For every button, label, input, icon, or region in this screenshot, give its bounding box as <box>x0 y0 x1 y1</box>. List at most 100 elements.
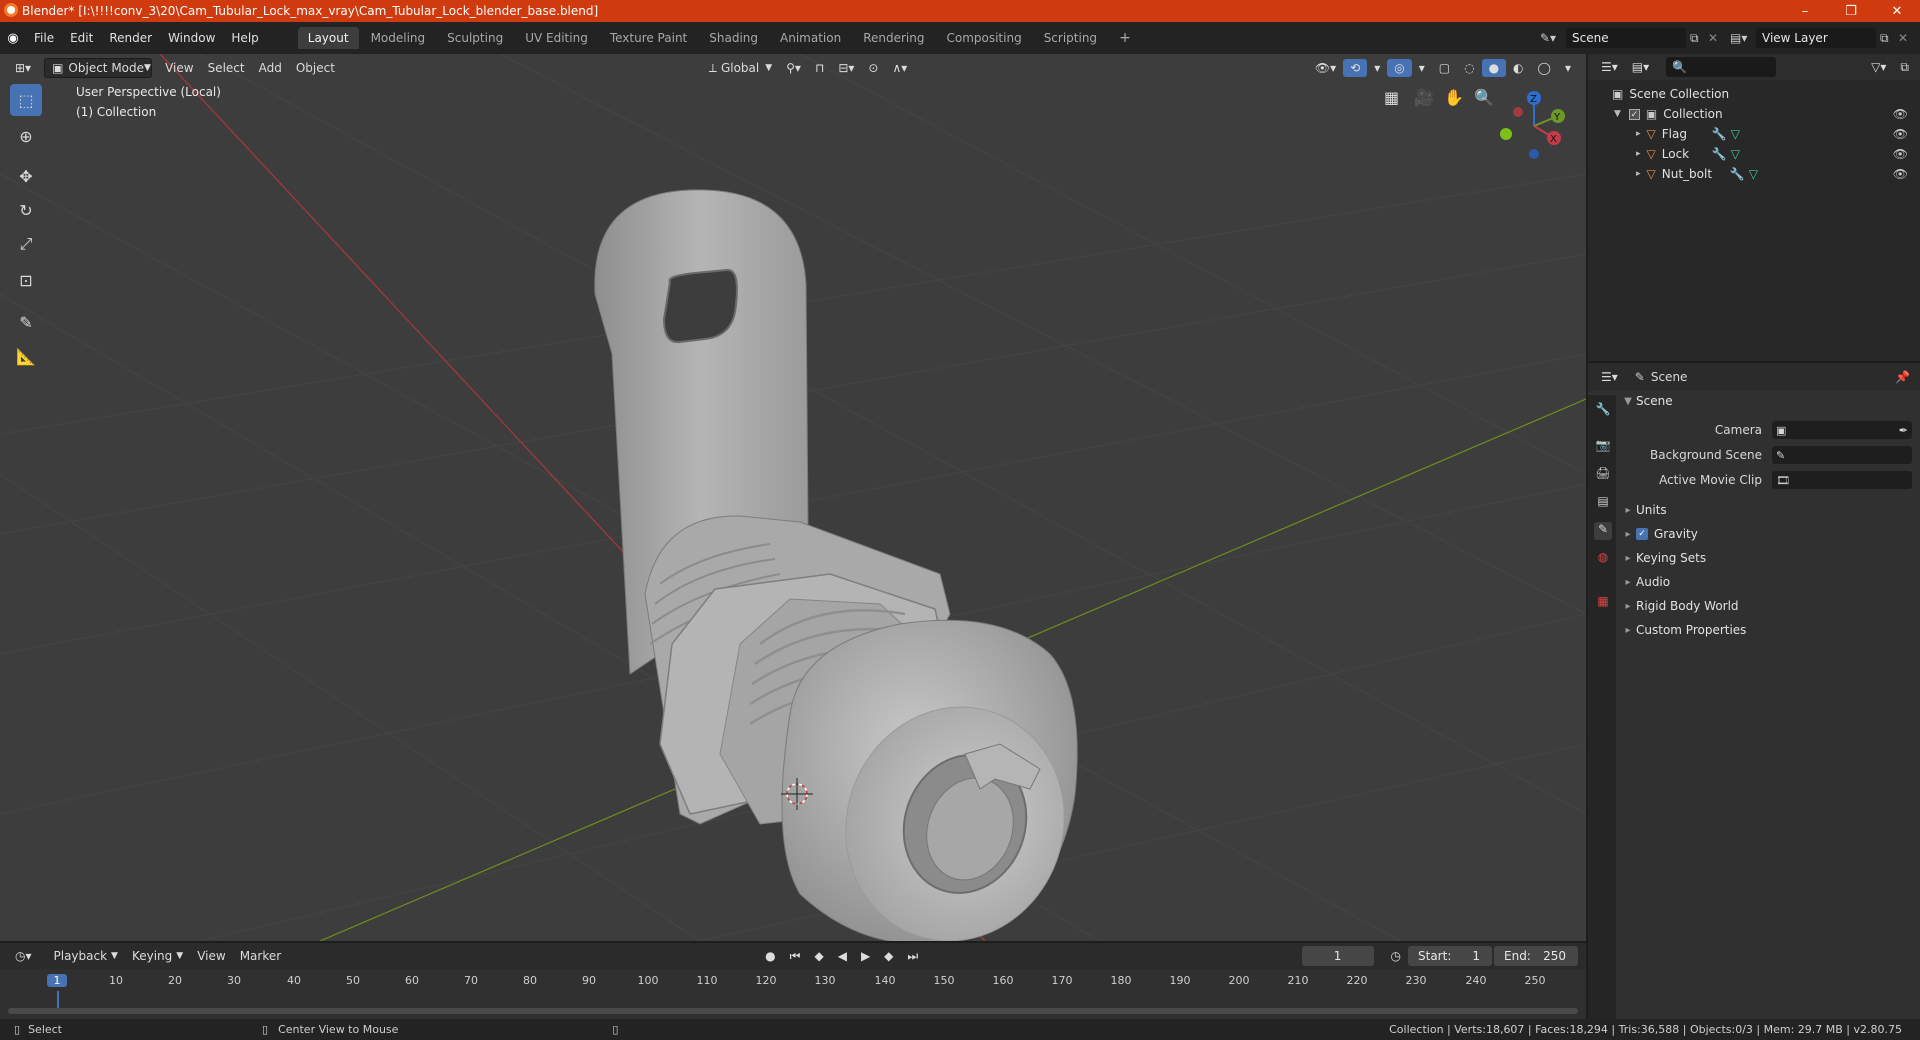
timeline-editor-icon[interactable]: ◷▾ <box>8 947 39 965</box>
add-workspace-icon[interactable]: + <box>1109 26 1141 50</box>
expand-arrow-icon[interactable]: ▸ <box>1636 149 1641 159</box>
tool-scale-icon[interactable]: ⤢ <box>10 228 42 260</box>
tool-select-box-icon[interactable]: ⬚ <box>10 84 42 116</box>
collection-checkbox[interactable]: ✓ <box>1628 108 1640 120</box>
outliner-object-flag[interactable]: ▸ ▽ Flag 🔧 ▽ 👁 <box>1588 124 1920 144</box>
tab-texture-icon[interactable]: ▦ <box>1594 594 1612 612</box>
menu-window[interactable]: Window <box>160 31 223 45</box>
toggle-camera-icon[interactable]: ▦ <box>1384 88 1399 107</box>
new-collection-icon[interactable]: ⧉ <box>1893 58 1916 77</box>
overlays-icon[interactable]: ◎ <box>1387 59 1412 77</box>
tab-modeling[interactable]: Modeling <box>361 27 436 49</box>
mesh-data-icon[interactable]: ▽ <box>1731 147 1740 161</box>
modifier-wrench-icon[interactable]: 🔧 <box>1712 147 1727 161</box>
scene-selector[interactable]: Scene <box>1566 28 1686 48</box>
record-icon[interactable]: ● <box>758 947 782 965</box>
visibility-eye-icon[interactable]: 👁 <box>1893 127 1908 141</box>
gravity-panel-header[interactable]: ▸ ✓ Gravity <box>1620 522 1920 546</box>
background-scene-field[interactable]: ✎ <box>1772 446 1912 464</box>
outliner-scene-collection[interactable]: ▣ Scene Collection <box>1588 84 1920 104</box>
custom-properties-panel-header[interactable]: ▸ Custom Properties <box>1620 618 1920 642</box>
tool-annotate-icon[interactable]: ✎ <box>10 306 42 338</box>
scene-icon[interactable]: ✎▾ <box>1540 31 1566 45</box>
menu-help[interactable]: Help <box>223 31 266 45</box>
visibility-eye-icon[interactable]: 👁 <box>1893 107 1908 121</box>
outliner-object-lock[interactable]: ▸ ▽ Lock 🔧 ▽ 👁 <box>1588 144 1920 164</box>
tab-sculpting[interactable]: Sculpting <box>437 27 513 49</box>
timeline-scrollbar[interactable] <box>8 1008 1578 1014</box>
editor-type-icon[interactable]: ⊞▾ <box>8 59 38 77</box>
wireframe-shading-icon[interactable]: ◌ <box>1457 59 1481 77</box>
modifier-wrench-icon[interactable]: 🔧 <box>1730 167 1745 181</box>
current-frame-field[interactable]: 1 <box>1301 946 1374 966</box>
new-view-layer-icon[interactable]: ⧉ <box>1880 31 1898 46</box>
visibility-eye-icon[interactable]: 👁 <box>1893 167 1908 181</box>
keying-sets-panel-header[interactable]: ▸ Keying Sets <box>1620 546 1920 570</box>
tab-output-icon[interactable]: 🖨 <box>1594 466 1612 484</box>
pan-view-icon[interactable]: ✋ <box>1444 88 1464 107</box>
expand-arrow-icon[interactable]: ▼ <box>1614 109 1621 119</box>
tab-scene-icon[interactable]: ✎ <box>1594 522 1612 540</box>
visibility-eye-icon[interactable]: 👁 <box>1893 147 1908 161</box>
pin-icon[interactable]: 📌 <box>1895 370 1910 384</box>
menu-render[interactable]: Render <box>101 31 160 45</box>
preview-range-icon[interactable]: ◷ <box>1384 947 1408 965</box>
next-keyframe-icon[interactable]: ◆ <box>877 947 900 965</box>
tab-rendering[interactable]: Rendering <box>853 27 934 49</box>
visibility-icon[interactable]: 👁▾ <box>1308 59 1343 77</box>
outliner-search-input[interactable]: 🔍 <box>1666 57 1777 77</box>
audio-panel-header[interactable]: ▸ Audio <box>1620 570 1920 594</box>
falloff-icon[interactable]: ∧▾ <box>885 59 914 77</box>
outliner-collection[interactable]: ▼ ✓ ▣ Collection 👁 <box>1588 104 1920 124</box>
viewport-menu-select[interactable]: Select <box>201 59 252 77</box>
navigation-gizmo[interactable]: Z Y X <box>1490 84 1570 164</box>
snap-icon[interactable]: ⊓ <box>808 59 831 77</box>
play-icon[interactable]: ▶ <box>854 947 877 965</box>
timeline-menu-view[interactable]: View <box>190 947 232 965</box>
end-frame-field[interactable]: End: 250 <box>1494 946 1578 966</box>
minimize-button[interactable]: – <box>1782 4 1828 19</box>
start-frame-field[interactable]: Start: 1 <box>1408 946 1492 966</box>
tool-cursor-icon[interactable]: ⊕ <box>10 120 42 152</box>
maximize-button[interactable]: ❐ <box>1828 4 1874 19</box>
properties-editor-icon[interactable]: ☰▾ <box>1594 368 1625 386</box>
shading-dropdown-icon[interactable]: ▾ <box>1558 59 1578 77</box>
prev-keyframe-icon[interactable]: ◆ <box>807 947 830 965</box>
menu-file[interactable]: File <box>26 31 62 45</box>
timeline-menu-playback[interactable]: Playback ▼ <box>47 947 125 965</box>
filter-icon[interactable]: ▽▾ <box>1864 58 1893 76</box>
tab-layout[interactable]: Layout <box>297 27 359 49</box>
play-reverse-icon[interactable]: ◀ <box>831 947 854 965</box>
camera-view-icon[interactable]: 🎥 <box>1414 88 1434 107</box>
scene-section-header[interactable]: ▼ Scene <box>1620 389 1920 413</box>
gizmo-dropdown-icon[interactable]: ▾ <box>1367 59 1387 77</box>
tab-compositing[interactable]: Compositing <box>936 27 1031 49</box>
timeline-editor[interactable]: ◷▾ Playback ▼ Keying ▼ View Marker ● ⏮ ◆ ◀… <box>0 943 1586 1019</box>
menu-edit[interactable]: Edit <box>62 31 101 45</box>
view-layer-icon[interactable]: ▤▾ <box>1730 31 1756 45</box>
tab-tool-icon[interactable]: 🔧 <box>1594 402 1612 420</box>
expand-arrow-icon[interactable]: ▸ <box>1636 169 1641 179</box>
tool-move-icon[interactable]: ✥ <box>10 160 42 192</box>
outliner-editor-icon[interactable]: ☰▾ <box>1594 58 1625 76</box>
snap-target-icon[interactable]: ⊟▾ <box>831 59 861 77</box>
units-panel-header[interactable]: ▸ Units <box>1620 498 1920 522</box>
xray-icon[interactable]: ▢ <box>1432 59 1457 77</box>
tool-rotate-icon[interactable]: ↻ <box>10 194 42 226</box>
camera-field[interactable]: ▣ ✒ <box>1772 421 1912 439</box>
expand-arrow-icon[interactable]: ▸ <box>1636 129 1641 139</box>
timeline-ruler[interactable]: 1 10 20 30 40 50 60 70 80 90 100 110 120 130 140 150 160… <box>0 969 1586 1009</box>
active-movie-clip-field[interactable]: 🎞 <box>1772 471 1912 489</box>
viewport-menu-add[interactable]: Add <box>252 59 289 77</box>
blender-menu-icon[interactable]: ◉ <box>0 31 26 46</box>
rigid-body-world-panel-header[interactable]: ▸ Rigid Body World <box>1620 594 1920 618</box>
tool-measure-icon[interactable]: 📐 <box>10 340 42 372</box>
tab-world-icon[interactable]: ◍ <box>1594 550 1612 568</box>
playhead-line[interactable] <box>57 991 59 1009</box>
gravity-checkbox[interactable]: ✓ <box>1636 528 1648 540</box>
jump-start-icon[interactable]: ⏮ <box>783 947 808 966</box>
pivot-point-icon[interactable]: ⚲▾ <box>779 59 808 77</box>
mesh-data-icon[interactable]: ▽ <box>1749 167 1758 181</box>
solid-shading-icon[interactable]: ● <box>1481 59 1507 77</box>
delete-view-layer-icon[interactable]: ✕ <box>1898 31 1920 45</box>
